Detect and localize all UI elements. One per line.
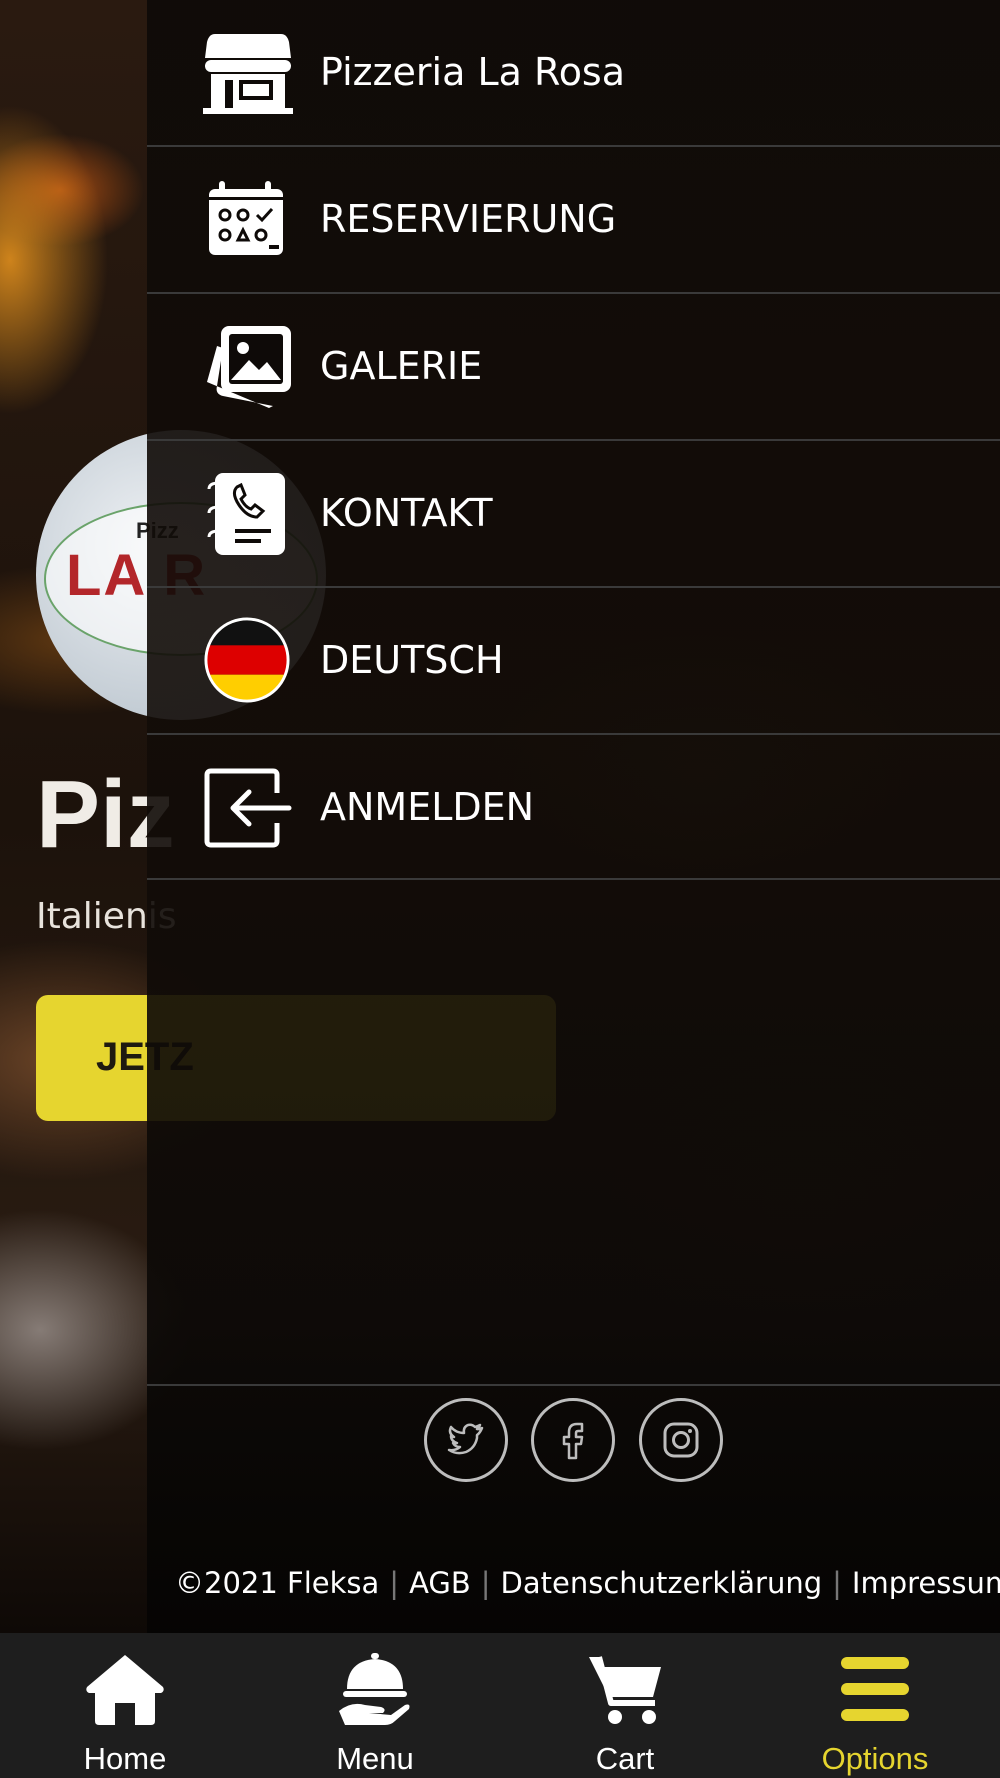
facebook-icon — [562, 1422, 584, 1460]
cloche-icon — [339, 1653, 410, 1725]
tab-label: Cart — [595, 1741, 655, 1776]
twitter-button[interactable] — [424, 1398, 508, 1482]
gallery-icon — [207, 326, 291, 408]
drawer-item-contact[interactable]: KONTAKT — [147, 441, 1000, 588]
footer-separator: | — [389, 1566, 400, 1600]
tab-label: Home — [83, 1741, 167, 1776]
footer-separator: | — [832, 1566, 842, 1600]
privacy-link[interactable]: Datenschutzerklärung — [501, 1566, 823, 1600]
footer-separator: | — [480, 1566, 491, 1600]
drawer-item-label: DEUTSCH — [320, 638, 504, 682]
social-divider — [147, 1384, 1000, 1386]
agb-link[interactable]: AGB — [409, 1566, 471, 1600]
side-drawer: Pizzeria La Rosa RESERVIERUNG GALERIE KO… — [147, 0, 1000, 1633]
calendar-icon — [209, 181, 283, 255]
tab-label: Options — [821, 1741, 929, 1776]
drawer-item-label: ANMELDEN — [320, 785, 535, 829]
instagram-icon — [663, 1422, 699, 1458]
cart-icon — [589, 1656, 661, 1724]
imprint-link[interactable]: Impressum — [852, 1566, 1000, 1600]
drawer-item-reservation[interactable]: RESERVIERUNG — [147, 147, 1000, 294]
tab-options[interactable]: Options — [750, 1633, 1000, 1778]
copyright-text: ©2021 Fleksa — [175, 1566, 380, 1600]
contact-book-icon — [207, 473, 285, 555]
drawer-item-language[interactable]: DEUTSCH — [147, 588, 1000, 735]
home-icon — [86, 1655, 164, 1725]
twitter-icon — [447, 1423, 484, 1455]
german-flag-icon — [204, 617, 290, 703]
login-icon — [204, 768, 292, 848]
drawer-item-label: Pizzeria La Rosa — [320, 50, 626, 94]
drawer-item-gallery[interactable]: GALERIE — [147, 294, 1000, 441]
drawer-item-label: RESERVIERUNG — [320, 197, 617, 241]
drawer-item-label: KONTAKT — [320, 491, 493, 535]
tab-menu[interactable]: Menu — [250, 1633, 500, 1778]
app-screen: Pizz LA R Piz Italienis JETZ Pizzeria La… — [0, 0, 1000, 1778]
drawer-item-label: GALERIE — [320, 344, 483, 388]
drawer-item-restaurant[interactable]: Pizzeria La Rosa — [147, 0, 1000, 147]
instagram-button[interactable] — [639, 1398, 723, 1482]
tab-home[interactable]: Home — [0, 1633, 250, 1778]
tab-cart[interactable]: Cart — [500, 1633, 750, 1778]
footer-links: ©2021 Fleksa | AGB | Datenschutzerklärun… — [175, 1558, 1000, 1608]
store-icon — [203, 34, 293, 114]
facebook-button[interactable] — [531, 1398, 615, 1482]
bottom-tab-bar: Home Menu Cart Options — [0, 1633, 1000, 1778]
tab-label: Menu — [336, 1741, 414, 1776]
hamburger-menu-icon — [841, 1657, 909, 1721]
drawer-item-login[interactable]: ANMELDEN — [147, 735, 1000, 880]
